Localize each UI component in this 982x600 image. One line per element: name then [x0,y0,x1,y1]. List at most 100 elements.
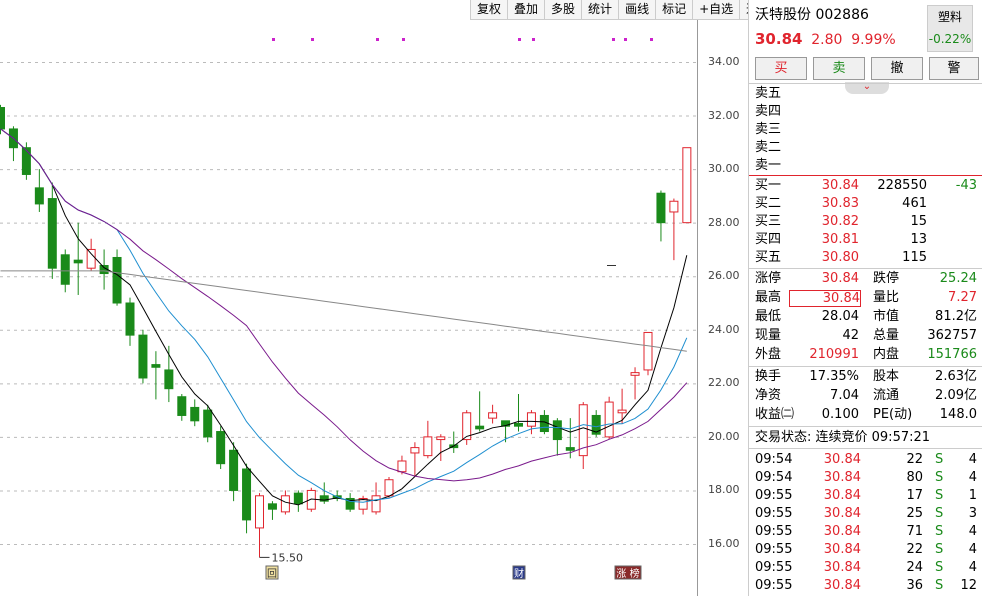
signal-dot [650,38,653,41]
kline-chart[interactable]: 15.50 回 财 涨 榜 [0,0,698,596]
tick-count: 4 [968,470,977,485]
candle-body [0,107,5,130]
stat-row: 外盘 210991 内盘 151766 [749,346,982,364]
stat-row: 最高 30.84 量比 7.27 [749,289,982,307]
tick-price: 30.84 [823,470,861,485]
cancel-order-button[interactable]: 撤 [871,57,923,80]
candle-body [203,409,213,438]
buy-button[interactable]: 买 [755,57,807,80]
stat-label: 股本 [873,369,900,384]
ask-row: 卖四 [749,103,982,121]
candle-body [177,396,187,416]
stat-value: 7.27 [948,290,977,305]
stock-header: 沃特股份 002886 [755,6,925,24]
kline-svg[interactable]: 15.50 回 财 涨 榜 [0,0,698,596]
candle-body [384,479,394,497]
candle-body [410,447,420,454]
low-marker-label: 15.50 [272,551,304,564]
tick-volume: 17 [906,488,923,503]
stat-label: 净资 [755,388,782,403]
bid-price: 30.84 [821,178,859,193]
divider [749,426,982,427]
tick-price: 30.84 [823,560,861,575]
tick-side: S [935,452,944,467]
axis-tick-label: 26.00 [708,269,740,283]
candle-body [255,495,264,529]
tick-side: S [935,506,944,521]
alert-button[interactable]: 警 [929,57,979,80]
axis-tick-label: 20.00 [708,429,740,443]
candle-body [280,495,290,513]
candle-body [86,248,96,269]
divider [749,448,982,449]
tick-count: 4 [968,524,977,539]
tick-side: S [935,560,944,575]
candle-body [475,425,485,430]
bid-label: 买五 [755,250,782,265]
stat-value: 7.04 [830,388,859,403]
ask-row: 卖三 [749,121,982,139]
candle-body [229,449,239,491]
stat-label: 涨停 [755,271,782,286]
stat-value: 0.100 [821,407,859,422]
tick-price: 30.84 [823,578,861,593]
candle-body [73,259,83,264]
candle-body [151,364,161,368]
tick-time: 09:54 [755,452,793,467]
quote-panel: 沃特股份 002886 30.84 2.80 9.99% 塑料 -0.22% 买… [748,0,982,596]
stock-name: 沃特股份 [755,7,811,23]
axis-tick-label: 32.00 [708,108,740,122]
tick-time: 09:55 [755,506,793,521]
bid-price: 30.80 [821,250,859,265]
candle-body [423,436,433,457]
sector-tag[interactable]: 塑料 -0.22% [927,5,973,52]
candle-body [21,147,31,175]
tick-time: 09:55 [755,578,793,593]
ask-bid-divider [749,175,982,176]
stat-value: 148.0 [939,407,977,422]
axis-tick-label: 18.00 [708,483,740,497]
toolbar-add-favorite[interactable]: +自选 [692,0,739,19]
stat-value: 30.84 [821,271,859,286]
toolbar-stats[interactable]: 统计 [581,0,618,19]
bid-row: 买四 30.81 13 [749,231,982,249]
stat-label: 最高 [755,290,782,305]
toolbar-multi[interactable]: 多股 [544,0,581,19]
ask-row: 卖五 [749,85,982,103]
bid-volume: 461 [902,196,927,211]
chart-toolbar: 复权 叠加 多股 统计 画线 标记 +自选 返回 [470,0,777,20]
toolbar-draw[interactable]: 画线 [618,0,655,19]
stat-label: PE(动) [873,407,913,422]
tick-volume: 80 [906,470,923,485]
candle-body [656,192,666,224]
candle-body [47,198,57,269]
stat-row: 现量 42 总量 362757 [749,327,982,345]
tick-side: S [935,578,944,593]
toolbar-overlay[interactable]: 叠加 [507,0,544,19]
sell-button[interactable]: 卖 [813,57,865,80]
candle-body [436,436,446,441]
bid-label: 买二 [755,196,782,211]
stat-label: 市值 [873,309,900,324]
tick-time: 09:55 [755,560,793,575]
ask-label: 卖二 [755,140,782,155]
bid-price: 30.82 [821,214,859,229]
candle-body [669,200,679,213]
stat-label: 跌停 [873,271,900,286]
candle-body [617,409,627,414]
signal-dot [532,38,535,41]
candle-body [125,302,135,336]
trade-status: 交易状态: 连续竞价 09:57:21 [755,430,931,445]
tick-side: S [935,488,944,503]
stat-row: 涨停 30.84 跌停 25.24 [749,270,982,288]
axis-tick-label: 28.00 [708,215,740,229]
ask-label: 卖一 [755,158,782,173]
toolbar-fuquan[interactable]: 复权 [470,0,507,19]
stat-value: 151766 [927,347,977,362]
candle-body [371,495,381,513]
stock-code: 002886 [815,7,869,23]
bid-change: -43 [955,178,977,193]
price-line: 30.84 2.80 9.99% [755,30,925,48]
toolbar-mark[interactable]: 标记 [655,0,692,19]
tick-row: 09:55 30.84 25 S 3 [749,505,982,523]
